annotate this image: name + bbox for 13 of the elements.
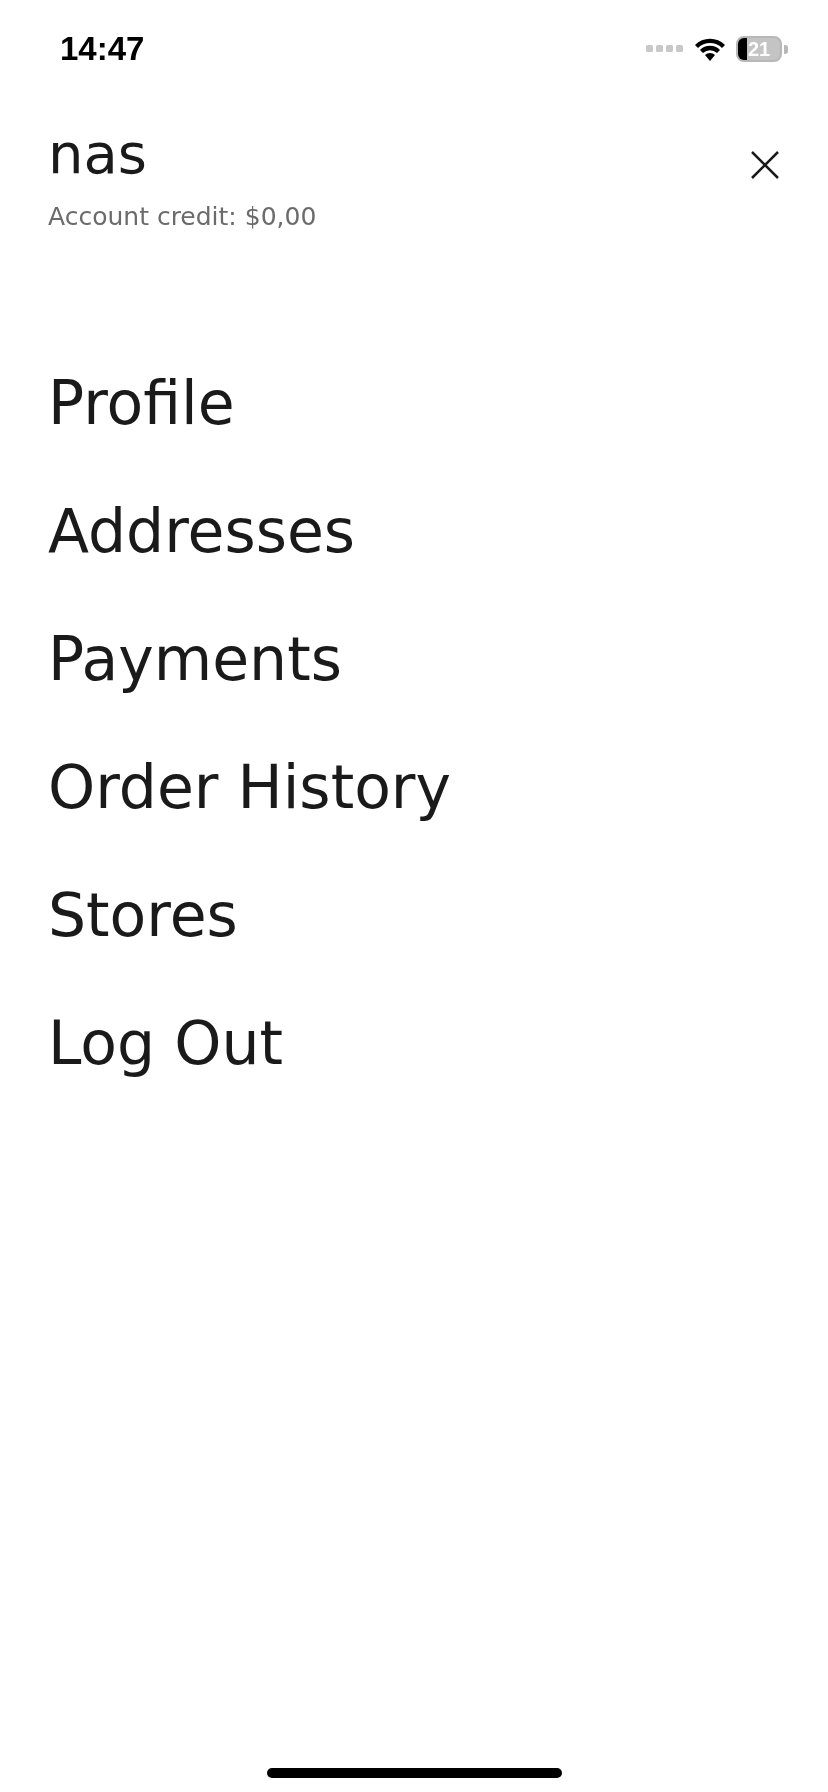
- menu-item[interactable]: Stores: [48, 873, 780, 957]
- menu-item[interactable]: Profile: [48, 361, 780, 445]
- close-button[interactable]: [750, 150, 780, 180]
- menu-item[interactable]: Payments: [48, 617, 780, 701]
- wifi-icon: [694, 37, 726, 61]
- account-credit: Account credit: $0,00: [48, 202, 317, 231]
- signal-icon: [646, 45, 684, 53]
- status-time: 14:47: [60, 30, 145, 68]
- menu-item[interactable]: Order History: [48, 745, 780, 829]
- user-name: nas: [48, 120, 148, 188]
- menu-item[interactable]: Addresses: [48, 489, 780, 573]
- battery-level: 21: [746, 38, 772, 60]
- menu-item[interactable]: Log Out: [48, 1001, 780, 1085]
